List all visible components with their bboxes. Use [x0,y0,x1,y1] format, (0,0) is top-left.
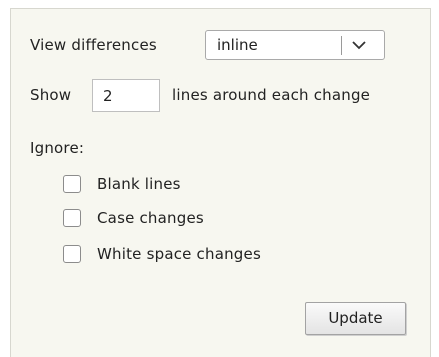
diff-options-panel: View differences inline Show lines aroun… [10,8,431,357]
ignore-heading: Ignore: [30,139,85,157]
case-changes-label[interactable]: Case changes [97,209,204,227]
view-differences-label: View differences [30,36,157,54]
case-changes-checkbox[interactable] [63,209,81,227]
white-space-changes-label[interactable]: White space changes [97,245,261,263]
chevron-down-icon[interactable] [349,38,369,52]
update-button[interactable]: Update [305,302,406,335]
select-divider [341,36,342,55]
view-differences-selected-value: inline [217,36,258,54]
lines-around-change-label: lines around each change [172,86,371,104]
white-space-changes-checkbox[interactable] [63,245,81,263]
blank-lines-checkbox[interactable] [63,175,81,193]
show-label: Show [30,86,72,104]
context-lines-input[interactable] [92,79,160,112]
blank-lines-label[interactable]: Blank lines [97,175,181,193]
view-differences-select[interactable]: inline [205,30,385,60]
